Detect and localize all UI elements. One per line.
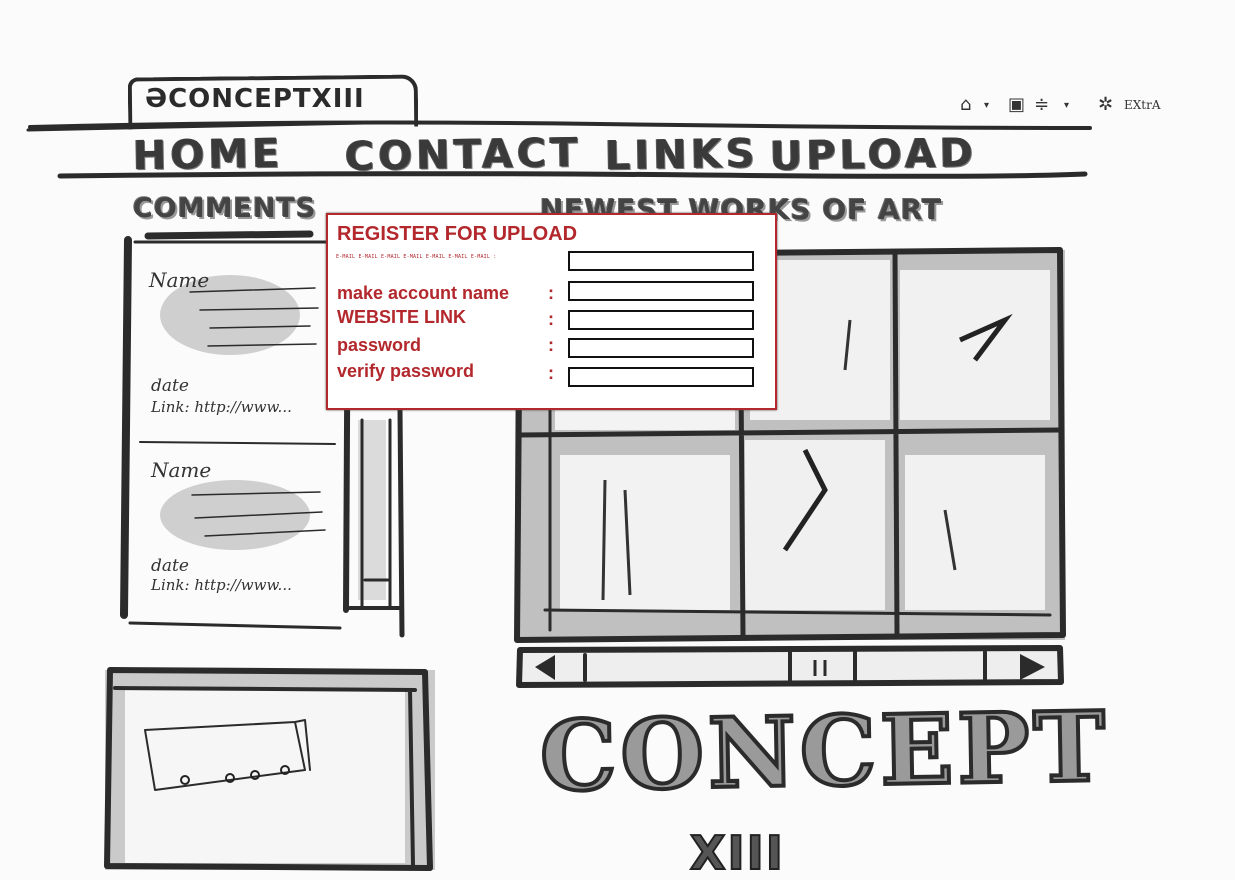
home-icon[interactable]: ⌂ xyxy=(960,94,971,115)
tools-icon[interactable]: ≑ xyxy=(1034,94,1049,115)
comment-link[interactable]: Link: http://www... xyxy=(151,398,292,416)
register-modal: REGISTER FOR UPLOAD E-MAIL E-MAIL E-MAIL… xyxy=(326,213,777,410)
extra-menu[interactable]: EXtrA xyxy=(1124,98,1161,112)
website-link-label: WEBSITE LINK xyxy=(337,307,466,327)
colon: : xyxy=(548,363,554,383)
comment-link[interactable]: Link: http://www... xyxy=(151,576,292,594)
account-name-field[interactable] xyxy=(568,281,754,301)
account-name-label: make account name xyxy=(337,283,510,303)
pause-button[interactable] xyxy=(810,648,850,684)
website-link-field[interactable] xyxy=(568,310,754,330)
comment-date: date xyxy=(151,556,189,576)
nav-home[interactable]: HOME xyxy=(133,131,284,180)
comment-name: Name xyxy=(151,458,212,482)
register-title: REGISTER FOR UPLOAD xyxy=(337,223,578,245)
dropdown-icon[interactable]: ▾ xyxy=(984,100,989,111)
comment-name: Name xyxy=(149,268,210,292)
prev-button[interactable] xyxy=(518,648,558,684)
nav-contact[interactable]: CONTACT xyxy=(345,130,582,180)
logo-main: CONCEPT xyxy=(537,688,1112,815)
colon: : xyxy=(548,335,554,355)
dropdown-icon[interactable]: ▾ xyxy=(1064,100,1069,111)
password-label: password xyxy=(337,335,422,355)
next-button[interactable] xyxy=(1010,648,1050,684)
comment-date: date xyxy=(151,376,189,396)
settings-icon[interactable]: ✲ xyxy=(1098,94,1113,115)
colon: : xyxy=(548,309,554,329)
verify-password-field[interactable] xyxy=(568,367,754,387)
colon: : xyxy=(548,283,554,303)
password-field[interactable] xyxy=(568,338,754,358)
nav-upload[interactable]: UPLOAD xyxy=(770,130,978,180)
video-frame xyxy=(104,667,435,871)
nav-links[interactable]: LINKS xyxy=(605,131,759,180)
email-label: E-MAIL E-MAIL E-MAIL E-MAIL E-MAIL E-MAI… xyxy=(336,254,497,260)
save-icon[interactable]: ▣ xyxy=(1008,94,1025,115)
email-field[interactable] xyxy=(568,251,754,271)
verify-password-label: verify password xyxy=(337,361,475,381)
